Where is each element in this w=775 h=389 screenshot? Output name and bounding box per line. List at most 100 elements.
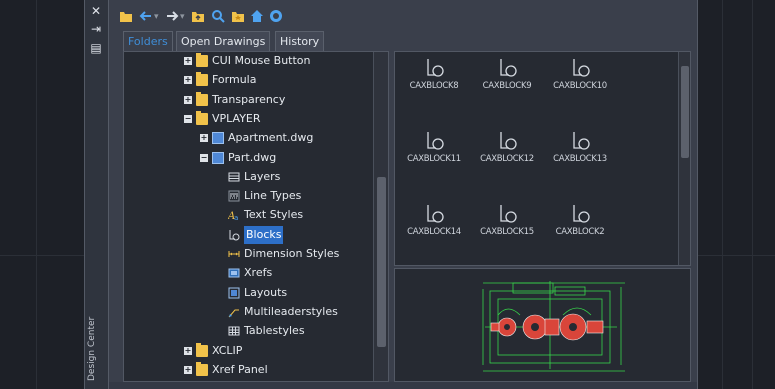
forward-icon[interactable] (165, 9, 179, 23)
tree-item[interactable]: + Transparency (124, 91, 374, 109)
forward-dropdown-icon[interactable]: ▾ (180, 12, 185, 22)
drawing-file-icon (212, 151, 224, 164)
up-icon[interactable] (191, 9, 205, 23)
tree-item[interactable]: − VPLAYER (124, 110, 374, 128)
tree-item-label: Apartment.dwg (228, 131, 314, 145)
block-icon (425, 58, 445, 78)
tree-item[interactable]: Layouts (124, 284, 374, 302)
expand-icon[interactable]: + (184, 346, 192, 355)
block-item[interactable]: CAXBLOCK9 (474, 52, 540, 118)
tree-item[interactable]: Layers (124, 168, 374, 186)
tab-folders[interactable]: Folders (123, 31, 173, 51)
tree-scrollbar-thumb[interactable] (377, 177, 386, 347)
tree-item[interactable]: Tablestyles (124, 322, 374, 340)
load-icon[interactable] (119, 9, 133, 23)
back-icon[interactable] (139, 9, 153, 23)
block-icon (571, 58, 591, 78)
autohide-icon[interactable]: ⇥ (89, 22, 103, 36)
tree-item-label: Layers (244, 169, 281, 183)
layers-icon (228, 171, 240, 183)
block-name: CAXBLOCK9 (482, 81, 532, 91)
tree-item[interactable]: Blocks (124, 225, 374, 244)
block-icon (498, 131, 518, 151)
block-icon (498, 204, 518, 224)
search-icon[interactable] (211, 9, 225, 23)
tree-item[interactable]: + XCLIP (124, 342, 374, 360)
tree-item[interactable]: Multileaderstyles (124, 303, 374, 321)
properties-icon[interactable]: ▤ (89, 41, 103, 55)
back-dropdown-icon[interactable]: ▾ (154, 12, 159, 22)
expand-icon[interactable]: + (184, 365, 192, 374)
multileader-styles-icon (228, 306, 240, 318)
tree-item-label: Multileaderstyles (244, 304, 338, 318)
collapse-icon[interactable]: − (200, 153, 208, 162)
tree-item[interactable]: + Formula (124, 71, 374, 89)
close-icon[interactable]: ✕ (89, 4, 103, 18)
expand-icon[interactable]: + (184, 57, 192, 65)
block-item[interactable]: CAXBLOCK11 (401, 121, 467, 191)
tree-scrollbar[interactable] (373, 52, 388, 381)
block-name: CAXBLOCK2 (555, 227, 605, 237)
dimension-styles-icon (228, 248, 240, 260)
tree-item-label: Part.dwg (228, 150, 277, 164)
tab-open-drawings[interactable]: Open Drawings (176, 31, 271, 51)
tree-item-label: Text Styles (244, 208, 304, 222)
blocks-icon (228, 229, 240, 241)
collapse-icon[interactable]: − (184, 114, 192, 123)
block-name: CAXBLOCK13 (553, 154, 607, 164)
block-grid[interactable]: CAXBLOCK8 CAXBLOCK9 CAXBLOCK10 CAXBLOCK11 CA… (394, 51, 691, 266)
tree-item[interactable]: Aa Text Styles (124, 206, 374, 224)
grid-scrollbar-thumb[interactable] (681, 66, 689, 158)
block-icon (571, 131, 591, 151)
layouts-icon (228, 287, 240, 299)
palette-title: Design Center (87, 316, 97, 381)
folder-icon (196, 361, 208, 376)
tree-item[interactable]: Dimension Styles (124, 245, 374, 263)
home-icon[interactable] (250, 9, 264, 23)
folder-icon (196, 72, 208, 87)
expand-icon[interactable]: + (184, 76, 192, 85)
block-item[interactable]: CAXBLOCK2 (547, 194, 613, 264)
drawing-preview (482, 281, 625, 372)
tree-item[interactable]: Line Types (124, 187, 374, 205)
expand-icon[interactable]: + (200, 134, 208, 143)
favorites-icon[interactable] (231, 9, 245, 23)
block-icon (498, 58, 518, 78)
grid-scrollbar[interactable] (678, 52, 690, 265)
block-item[interactable]: CAXBLOCK13 (547, 121, 613, 191)
block-icon (425, 204, 445, 224)
folder-tree[interactable]: + CUI Mouse Button + Formula + Transparency − V… (123, 51, 389, 382)
folder-icon (196, 53, 208, 67)
text-styles-icon: Aa (227, 209, 240, 222)
block-item[interactable]: CAXBLOCK14 (401, 194, 467, 264)
block-item[interactable]: CAXBLOCK15 (474, 194, 540, 264)
block-name: CAXBLOCK14 (407, 227, 461, 237)
tree-item-label: Xrefs (244, 266, 273, 280)
svg-text:a: a (234, 214, 238, 221)
tree-item[interactable]: + Apartment.dwg (124, 129, 374, 147)
tree-view-toggle-icon[interactable] (269, 9, 283, 23)
expand-icon[interactable]: + (184, 95, 192, 104)
tree-item[interactable]: + CUI Mouse Button (124, 52, 374, 70)
tree-item-label: Tablestyles (244, 324, 305, 338)
block-name: CAXBLOCK8 (409, 81, 459, 91)
tree-item-label: VPLAYER (212, 111, 261, 125)
folder-icon (196, 342, 208, 357)
block-item[interactable]: CAXBLOCK8 (401, 52, 467, 118)
block-icon (425, 131, 445, 151)
tree-item[interactable]: Xrefs (124, 264, 374, 282)
tree-item-label: Formula (212, 73, 257, 87)
block-name: CAXBLOCK15 (480, 227, 534, 237)
tab-history[interactable]: History (275, 31, 325, 51)
tree-item-label: Transparency (212, 92, 286, 106)
palette-title-bar[interactable]: ✕ ⇥ ▤ Design Center (85, 0, 109, 389)
tree-item[interactable]: + Xref Panel (124, 361, 374, 379)
tree-item-label: Xref Panel (212, 362, 268, 376)
block-item[interactable]: CAXBLOCK12 (474, 121, 540, 191)
tree-item[interactable]: − Part.dwg (124, 149, 374, 167)
block-name: CAXBLOCK11 (407, 154, 461, 164)
xrefs-icon (228, 267, 240, 279)
block-item[interactable]: CAXBLOCK10 (547, 52, 613, 118)
toolbar: ▾ ▾ (109, 0, 697, 31)
tree-item-label: Blocks (244, 225, 284, 244)
